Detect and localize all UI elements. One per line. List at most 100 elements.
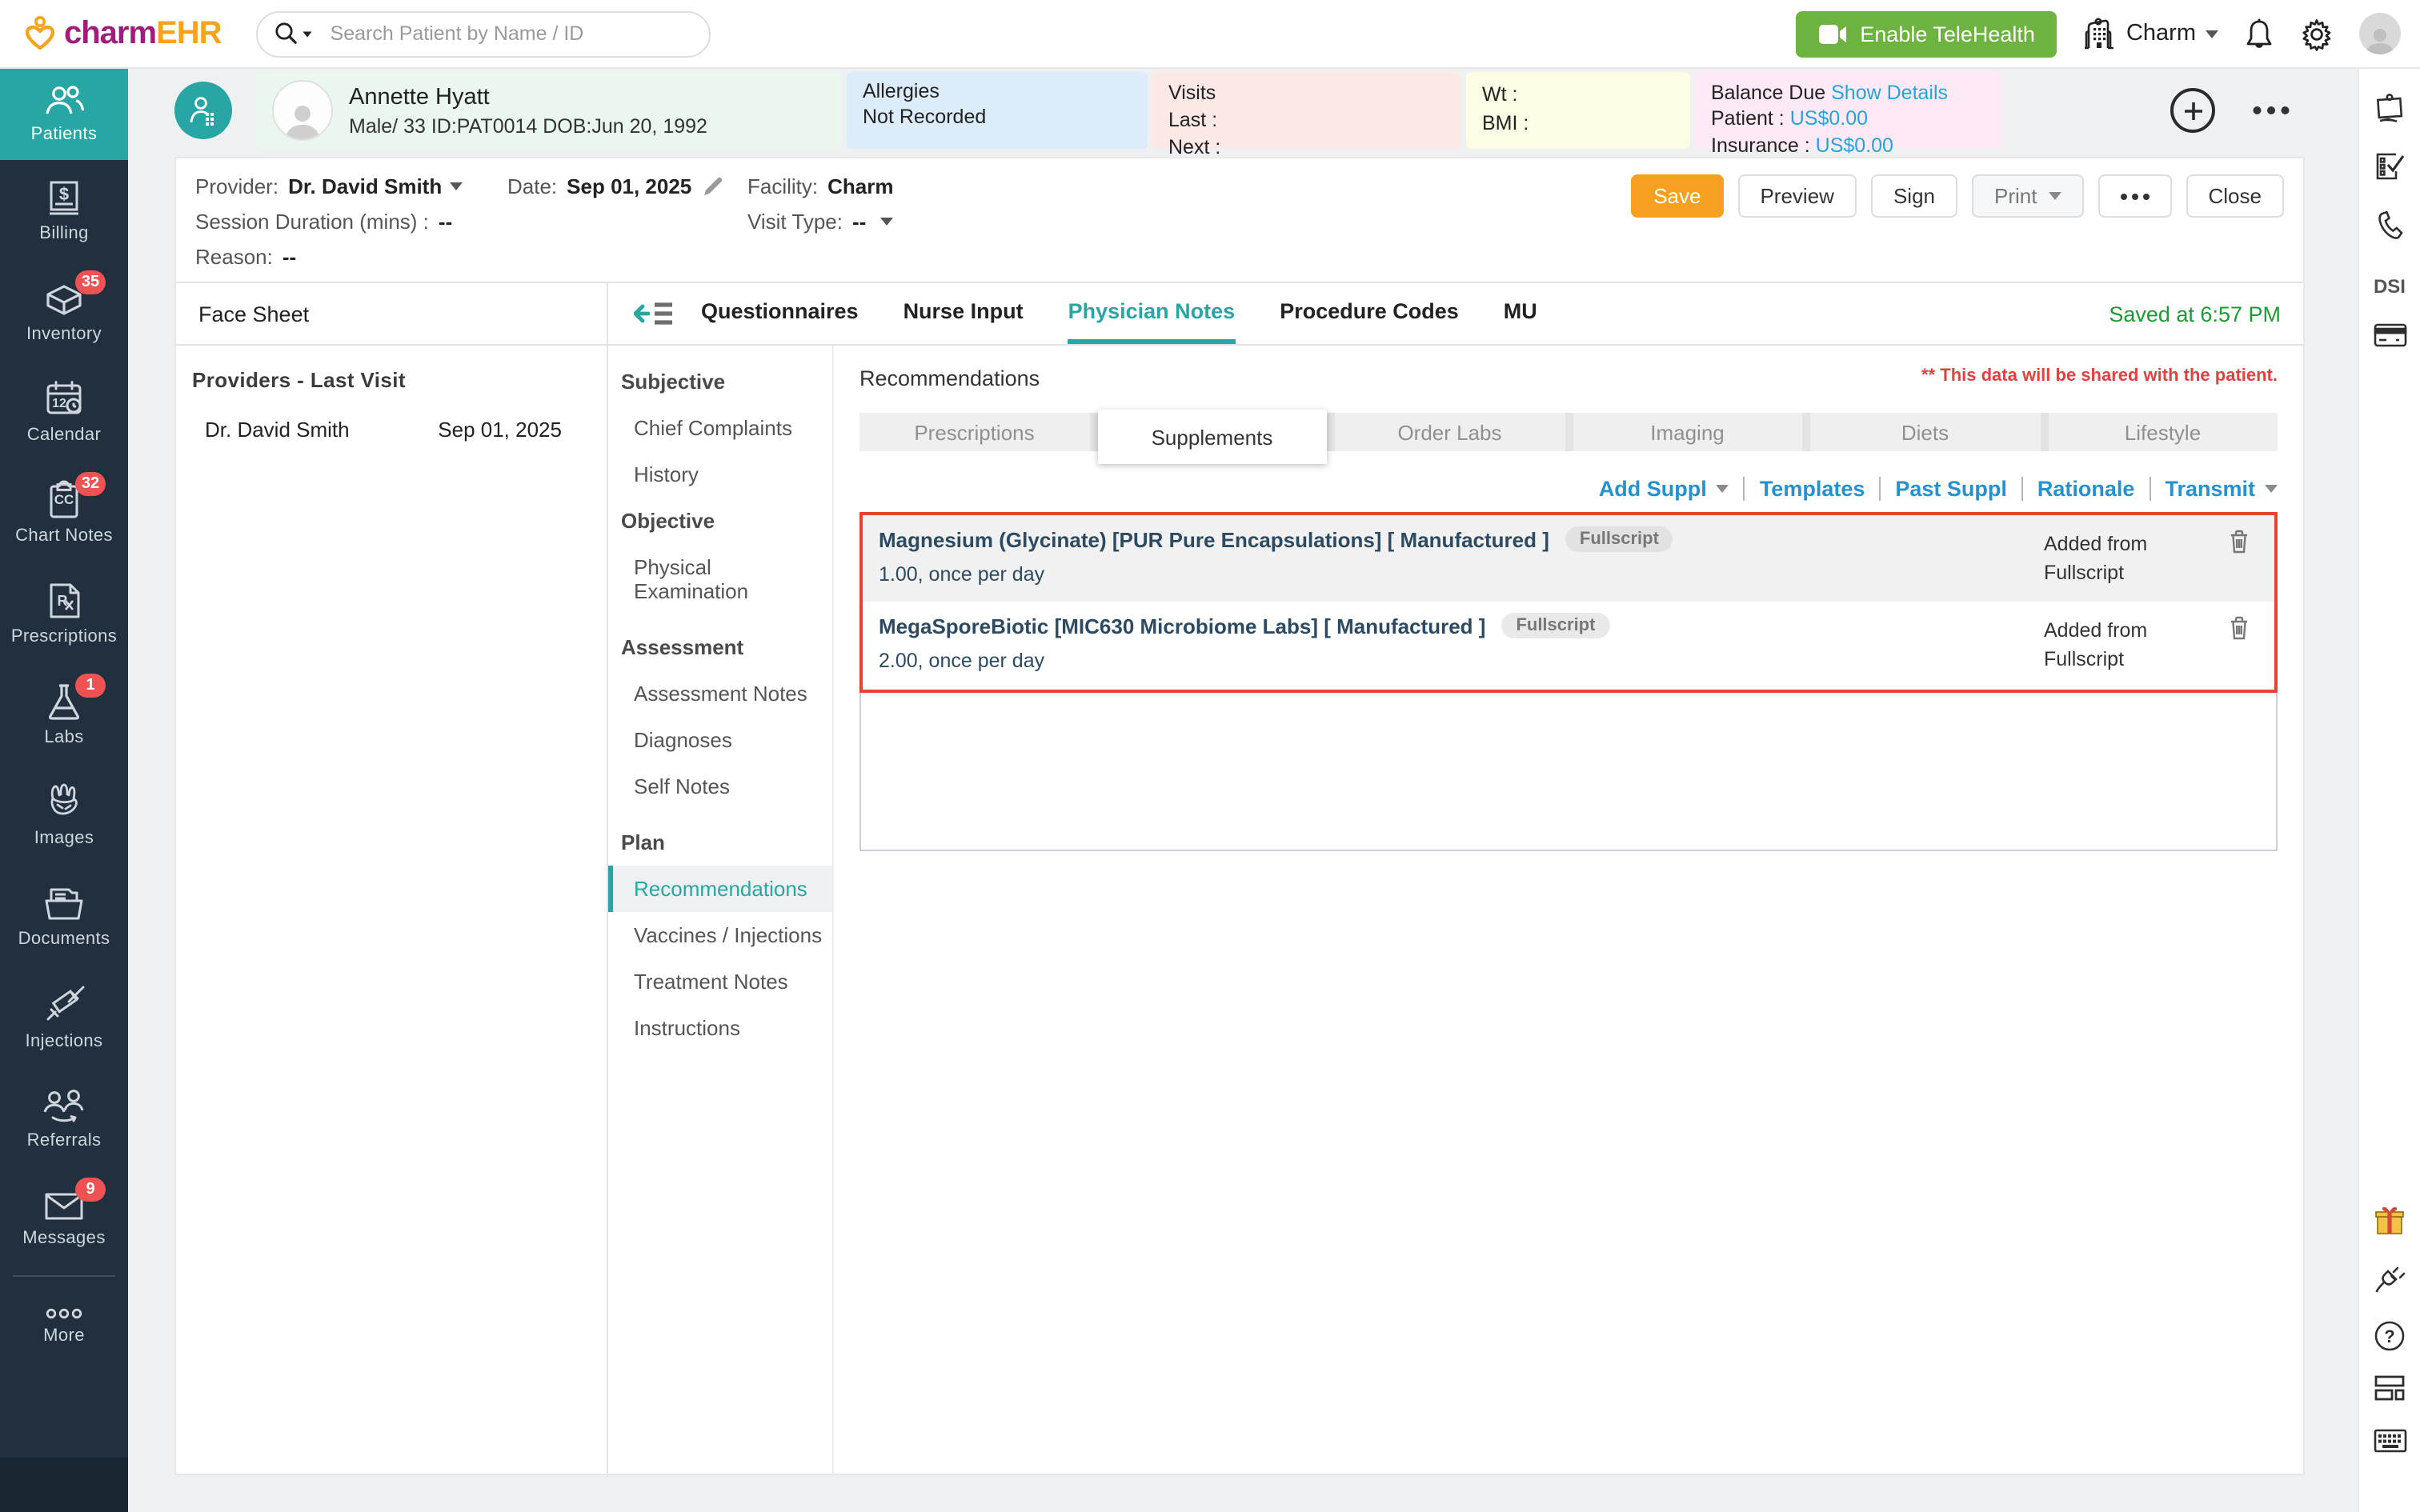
supplement-row[interactable]: MegaSporeBiotic [MIC630 Microbiome Labs]… bbox=[863, 602, 2274, 690]
sidebar-item-referrals[interactable]: Referrals bbox=[0, 1067, 128, 1168]
date-field[interactable]: Date: Sep 01, 2025 bbox=[507, 174, 747, 198]
print-label: Print bbox=[1994, 184, 2037, 208]
subtab-lifestyle[interactable]: Lifestyle bbox=[2048, 413, 2278, 451]
supplement-list-container: Magnesium (Glycinate) [PUR Pure Encapsul… bbox=[859, 512, 2278, 851]
phone-icon[interactable] bbox=[2359, 211, 2420, 242]
tab-nurse-input[interactable]: Nurse Input bbox=[903, 283, 1024, 344]
subtab-diets[interactable]: Diets bbox=[1810, 413, 2040, 451]
nav-item-physical-examination[interactable]: Physical Examination bbox=[608, 544, 832, 614]
subtab-imaging[interactable]: Imaging bbox=[1573, 413, 1802, 451]
tab-physician-notes[interactable]: Physician Notes bbox=[1068, 283, 1236, 344]
tab-questionnaires[interactable]: Questionnaires bbox=[701, 283, 859, 344]
consent-checklist-icon[interactable] bbox=[2359, 150, 2420, 182]
tab-mu[interactable]: MU bbox=[1504, 283, 1537, 344]
banner-more-icon[interactable] bbox=[2254, 106, 2290, 114]
user-avatar[interactable] bbox=[2359, 13, 2401, 54]
nav-item-chief-complaints[interactable]: Chief Complaints bbox=[608, 405, 832, 451]
sidebar-item-injections[interactable]: Injections bbox=[0, 966, 128, 1067]
patient-summary-card[interactable]: Annette Hyatt Male/ 33 ID:PAT0014 DOB:Ju… bbox=[256, 72, 842, 149]
balance-insurance-value: US$0.00 bbox=[1816, 134, 1893, 156]
more-actions-button[interactable] bbox=[2098, 174, 2172, 218]
tab-procedure-codes[interactable]: Procedure Codes bbox=[1280, 283, 1459, 344]
sidebar-item-patients[interactable]: Patients bbox=[0, 67, 128, 160]
facility-selector[interactable]: Charm bbox=[2083, 18, 2218, 50]
sidebar-item-more[interactable]: More bbox=[0, 1283, 128, 1370]
sidebar-label: More bbox=[43, 1326, 85, 1346]
nav-item-history[interactable]: History bbox=[608, 451, 832, 498]
search-input[interactable] bbox=[327, 21, 694, 46]
sidebar-item-inventory[interactable]: 35 Inventory bbox=[0, 261, 128, 362]
delete-supplement-button[interactable] bbox=[2198, 526, 2262, 588]
dsi-item[interactable]: DSI bbox=[2359, 275, 2420, 298]
sidebar-item-labs[interactable]: 1 Labs bbox=[0, 664, 128, 765]
transmit-button[interactable]: Transmit bbox=[2165, 477, 2278, 501]
sidebar-item-billing[interactable]: $ Billing bbox=[0, 160, 128, 261]
add-new-icon[interactable] bbox=[2170, 88, 2215, 133]
add-suppl-button[interactable]: Add Suppl bbox=[1599, 477, 1729, 501]
nav-item-self-notes[interactable]: Self Notes bbox=[608, 763, 832, 810]
patient-queue-icon[interactable] bbox=[174, 82, 232, 139]
preview-button[interactable]: Preview bbox=[1737, 174, 1857, 218]
nav-item-assessment-notes[interactable]: Assessment Notes bbox=[608, 670, 832, 717]
patient-search[interactable] bbox=[257, 10, 711, 57]
collapse-panel-icon[interactable] bbox=[634, 283, 675, 344]
provider-field[interactable]: Provider: Dr. David Smith bbox=[195, 174, 507, 198]
search-scope-caret-icon[interactable] bbox=[303, 31, 312, 37]
edit-date-pencil-icon[interactable] bbox=[703, 174, 723, 198]
supplement-source: Added from Fullscript bbox=[2044, 526, 2198, 588]
reason-label: Reason: bbox=[195, 245, 273, 269]
nav-item-diagnoses[interactable]: Diagnoses bbox=[608, 717, 832, 763]
integrations-plug-icon[interactable] bbox=[2359, 1262, 2420, 1294]
visits-card[interactable]: Visits Last : Next : bbox=[1152, 72, 1461, 149]
sidebar-label: Billing bbox=[39, 223, 89, 242]
sidebar-item-documents[interactable]: Documents bbox=[0, 866, 128, 966]
vitals-card[interactable]: Wt : BMI : bbox=[1466, 72, 1690, 149]
add-suppl-label: Add Suppl bbox=[1599, 477, 1707, 501]
rationale-link[interactable]: Rationale bbox=[2037, 477, 2135, 501]
sidebar-item-calendar[interactable]: 12 Calendar bbox=[0, 362, 128, 462]
patient-share-note: ** This data will be shared with the pat… bbox=[1921, 366, 2278, 386]
chart-note-card: Provider: Dr. David Smith Date: Sep 01, … bbox=[174, 157, 2305, 1475]
sidebar-item-chart-notes[interactable]: 32 CC Chart Notes bbox=[0, 462, 128, 563]
settings-gear-icon[interactable] bbox=[2300, 17, 2334, 50]
subtab-order-labs[interactable]: Order Labs bbox=[1335, 413, 1565, 451]
supplement-row[interactable]: Magnesium (Glycinate) [PUR Pure Encapsul… bbox=[863, 515, 2274, 602]
weight-label: Wt : bbox=[1482, 80, 1674, 109]
show-details-link[interactable]: Show Details bbox=[1831, 82, 1948, 104]
nav-item-vaccines-injections[interactable]: Vaccines / Injections bbox=[608, 912, 832, 958]
notifications-bell-icon[interactable] bbox=[2244, 17, 2274, 50]
nav-header-subjective: Subjective bbox=[608, 358, 832, 405]
nav-item-instructions[interactable]: Instructions bbox=[608, 1005, 832, 1051]
keyboard-icon[interactable] bbox=[2359, 1429, 2420, 1453]
delete-supplement-button[interactable] bbox=[2198, 614, 2262, 675]
layout-panels-icon[interactable] bbox=[2359, 1374, 2420, 1402]
nav-header-assessment: Assessment bbox=[608, 624, 832, 670]
sidebar-item-images[interactable]: Images bbox=[0, 765, 128, 866]
provider-visit-row[interactable]: Dr. David Smith Sep 01, 2025 bbox=[192, 418, 591, 442]
help-icon[interactable]: ? bbox=[2359, 1320, 2420, 1352]
close-button[interactable]: Close bbox=[2186, 174, 2285, 218]
allergies-card[interactable]: Allergies Not Recorded bbox=[847, 72, 1148, 149]
past-suppl-link[interactable]: Past Suppl bbox=[1895, 477, 2007, 501]
inventory-badge: 35 bbox=[75, 270, 106, 294]
visit-type-field[interactable]: Visit Type: -- bbox=[747, 210, 893, 234]
subtab-prescriptions[interactable]: Prescriptions bbox=[859, 413, 1089, 451]
face-sheet-title: Face Sheet bbox=[176, 283, 608, 344]
sidebar-item-messages[interactable]: 9 Messages bbox=[0, 1168, 128, 1269]
nav-header-objective: Objective bbox=[608, 498, 832, 544]
gift-rewards-icon[interactable] bbox=[2359, 1205, 2420, 1237]
templates-link[interactable]: Templates bbox=[1760, 477, 1865, 501]
save-button[interactable]: Save bbox=[1631, 174, 1723, 218]
nav-item-treatment-notes[interactable]: Treatment Notes bbox=[608, 958, 832, 1005]
subtab-supplements[interactable]: Supplements bbox=[1097, 410, 1327, 464]
sidebar-item-prescriptions[interactable]: R Prescriptions bbox=[0, 563, 128, 664]
add-suppl-caret-icon bbox=[1717, 485, 1729, 493]
payment-card-icon[interactable] bbox=[2359, 323, 2420, 347]
nav-item-recommendations[interactable]: Recommendations bbox=[608, 866, 832, 912]
provider-row-date: Sep 01, 2025 bbox=[438, 418, 562, 442]
enable-telehealth-button[interactable]: Enable TeleHealth bbox=[1796, 10, 2057, 57]
sign-button[interactable]: Sign bbox=[1871, 174, 1957, 218]
balance-card[interactable]: Balance Due Show Details Patient : US$0.… bbox=[1695, 72, 2002, 149]
sticky-note-icon[interactable] bbox=[2359, 93, 2420, 125]
print-button[interactable]: Print bbox=[1972, 174, 2083, 218]
